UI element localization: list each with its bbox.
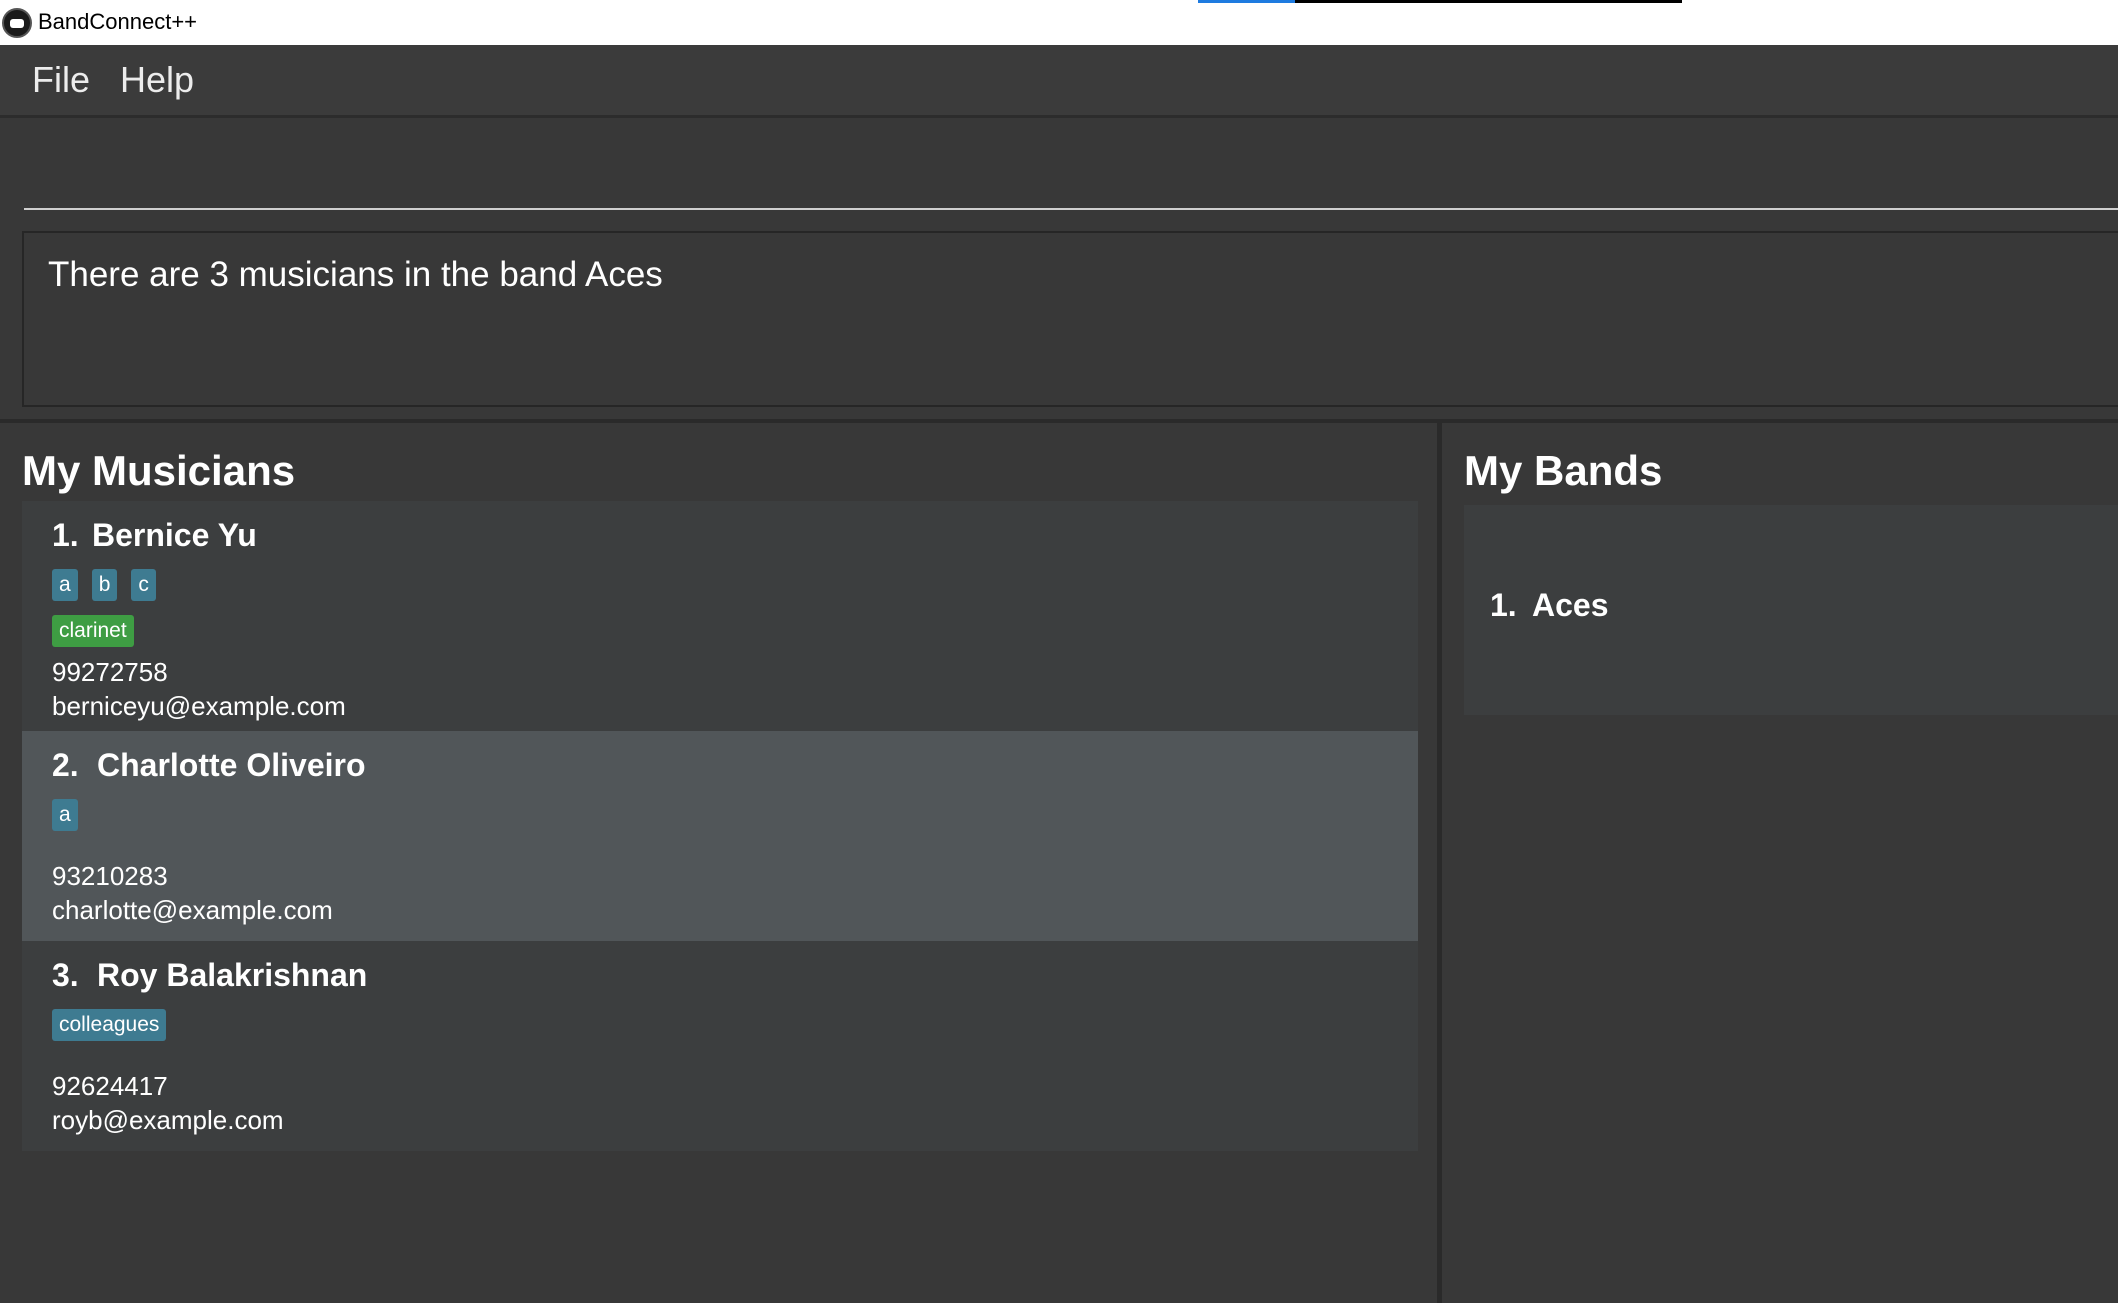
menu-help[interactable]: Help bbox=[120, 59, 194, 101]
musician-tags: a b c bbox=[52, 569, 156, 601]
app-title: BandConnect++ bbox=[38, 9, 198, 34]
musician-name: Roy Balakrishnan bbox=[97, 957, 368, 993]
tag-badge: colleagues bbox=[52, 1009, 167, 1041]
musicians-panel: My Musicians 1. Bernice Yu a b c clarine… bbox=[0, 423, 1440, 1303]
musician-index: 1. bbox=[52, 517, 79, 553]
tag-badge: c bbox=[131, 569, 156, 601]
musician-card[interactable]: 3. Roy Balakrishnan colleagues 92624417 … bbox=[22, 941, 1418, 1151]
band-name: Aces bbox=[1532, 587, 1609, 623]
tag-badge: a bbox=[52, 799, 78, 831]
musician-tags: colleagues bbox=[52, 1009, 167, 1041]
bands-panel: My Bands 1. Aces bbox=[1442, 423, 2118, 1303]
band-index: 1. bbox=[1490, 587, 1517, 623]
musician-index: 3. bbox=[52, 957, 79, 993]
title-bar: BandConnect++ bbox=[0, 0, 2118, 45]
menu-bar: File Help bbox=[0, 45, 2118, 115]
musician-phone: 99272758 bbox=[52, 657, 168, 687]
loading-progress-fill bbox=[1198, 0, 1295, 3]
musicians-panel-title: My Musicians bbox=[22, 447, 296, 494]
musician-name: Charlotte Oliveiro bbox=[97, 747, 366, 783]
result-display: There are 3 musicians in the band Aces bbox=[22, 231, 2118, 407]
musician-email: berniceyu@example.com bbox=[52, 691, 346, 721]
command-input[interactable] bbox=[24, 126, 2118, 210]
instrument-badge: clarinet bbox=[52, 615, 134, 647]
musician-tags: a bbox=[52, 799, 78, 831]
app-logo-icon bbox=[2, 8, 32, 38]
result-message: There are 3 musicians in the band Aces bbox=[48, 255, 663, 294]
loading-progress-bar bbox=[1198, 0, 1682, 3]
command-box-panel bbox=[0, 115, 2118, 221]
musician-card[interactable]: 1. Bernice Yu a b c clarinet 99272758 be… bbox=[22, 501, 1418, 731]
tag-badge: b bbox=[91, 569, 118, 601]
musician-list[interactable]: 1. Bernice Yu a b c clarinet 99272758 be… bbox=[22, 501, 1418, 1151]
musician-email: royb@example.com bbox=[52, 1105, 284, 1135]
bands-panel-title: My Bands bbox=[1464, 447, 1663, 494]
tag-badge: a bbox=[52, 569, 78, 601]
musician-email: charlotte@example.com bbox=[52, 895, 333, 925]
menu-file[interactable]: File bbox=[32, 59, 90, 101]
musician-card[interactable]: 2. Charlotte Oliveiro a 93210283 charlot… bbox=[22, 731, 1418, 941]
musician-name: Bernice Yu bbox=[92, 517, 257, 553]
musician-phone: 93210283 bbox=[52, 861, 168, 891]
result-display-panel: There are 3 musicians in the band Aces bbox=[0, 221, 2118, 419]
musician-instruments: clarinet bbox=[52, 615, 134, 647]
band-item[interactable]: 1. Aces bbox=[1464, 577, 2118, 637]
musician-index: 2. bbox=[52, 747, 79, 783]
band-list[interactable]: 1. Aces bbox=[1464, 505, 2118, 715]
musician-phone: 92624417 bbox=[52, 1071, 168, 1101]
